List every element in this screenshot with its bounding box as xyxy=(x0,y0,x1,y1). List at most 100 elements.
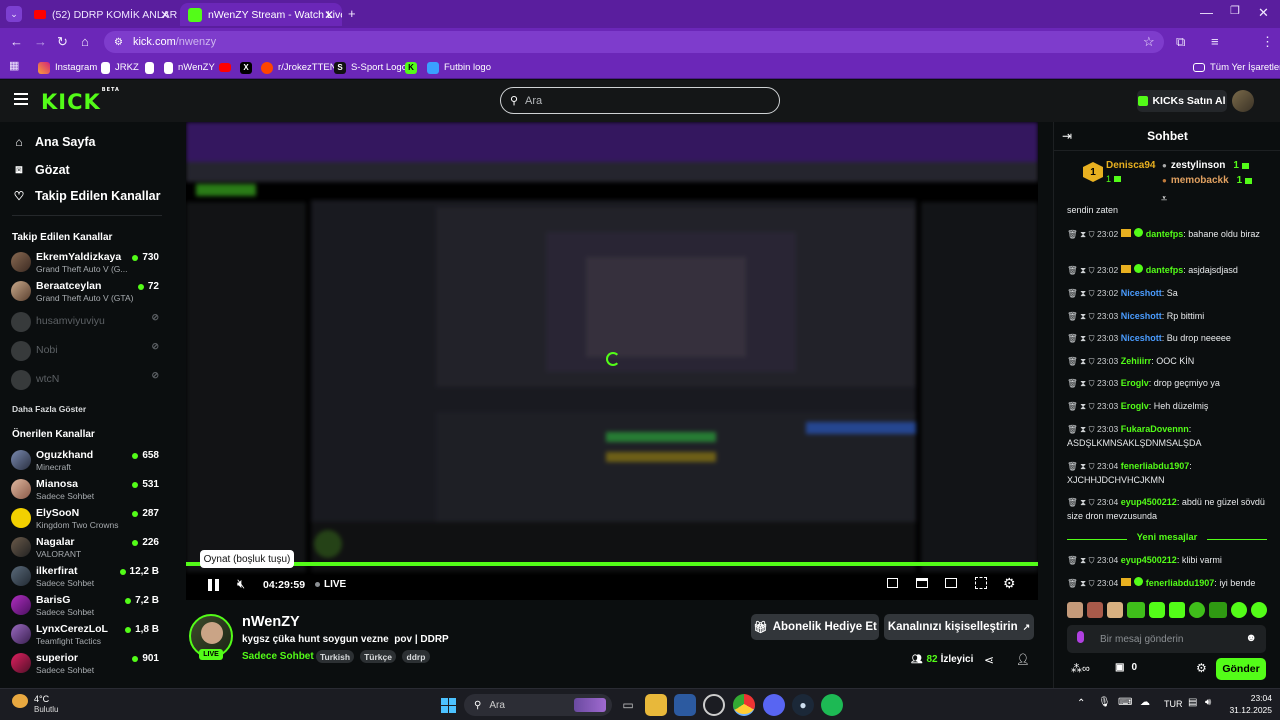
emote-icon[interactable] xyxy=(1169,602,1185,618)
search-input[interactable]: ⚲ Ara xyxy=(500,87,780,114)
followed-channel[interactable]: husamviyuviyu ⊘ xyxy=(11,309,161,335)
emote-icon[interactable] xyxy=(1067,602,1083,618)
emote-icon[interactable] xyxy=(1231,602,1247,618)
message-mod-icons[interactable]: 🗑︎ ⧗ ⛉ xyxy=(1067,555,1097,565)
customize-channel-button[interactable]: Kanalınızı kişiselleştirin ↗ xyxy=(884,614,1034,640)
restore-icon[interactable]: ❐ xyxy=(1230,6,1240,17)
kick-logo[interactable]: KICKBETA xyxy=(41,87,120,114)
message-mod-icons[interactable]: 🗑︎ ⧗ ⛉ xyxy=(1067,461,1097,471)
leaderboard-user[interactable]: Denisca94 xyxy=(1106,160,1155,171)
back-icon[interactable]: ← xyxy=(10,35,23,48)
send-button[interactable]: Gönder xyxy=(1216,658,1266,680)
task-view-icon[interactable]: ▭ xyxy=(617,694,639,716)
bookmark-youtube[interactable] xyxy=(219,59,236,76)
channel-name[interactable]: nWenZY xyxy=(242,614,300,630)
emote-icon[interactable] xyxy=(1127,602,1145,618)
stream-category[interactable]: Sadece Sohbet xyxy=(242,651,314,662)
keyboard-icon[interactable]: ⌨ xyxy=(1118,697,1132,708)
menu-icon[interactable]: ⋮ xyxy=(1261,35,1274,48)
recommended-channel[interactable]: BarisG Sadece Sohbet 7,2 B xyxy=(11,592,161,618)
message-mod-icons[interactable]: 🗑︎ ⧗ ⛉ xyxy=(1067,311,1097,321)
recommended-channel[interactable]: Mianosa Sadece Sohbet 531 xyxy=(11,476,161,502)
bookmark-futbin[interactable]: Futbin logo xyxy=(427,59,491,76)
tab-kick[interactable]: nWenZY Stream - Watch Live o ✕ xyxy=(180,3,342,26)
kicks-icon[interactable]: ⁂∞ xyxy=(1071,662,1090,675)
onedrive-icon[interactable]: ☁ xyxy=(1140,697,1150,708)
message-username[interactable]: Eroglv xyxy=(1121,378,1149,388)
message-mod-icons[interactable]: 🗑︎ ⧗ ⛉ xyxy=(1067,378,1097,388)
follow-icon[interactable]: 👤︎ xyxy=(1016,653,1030,666)
windows-start-icon[interactable] xyxy=(437,694,459,716)
window-close-icon[interactable]: ✕ xyxy=(1258,6,1269,19)
message-username[interactable]: dantefps xyxy=(1146,265,1184,275)
leaderboard-user[interactable]: ● memobackk 1 xyxy=(1162,175,1253,186)
tab-youtube[interactable]: (52) DDRP KOMİK ANLAR 9. BÖ ✕ xyxy=(26,3,178,26)
leaderboard-user[interactable]: ● zestylinson 1 xyxy=(1162,160,1249,171)
tag-turkce[interactable]: Türkçe xyxy=(360,650,396,663)
pause-icon[interactable] xyxy=(208,579,212,591)
minimize-icon[interactable]: — xyxy=(1200,6,1213,19)
reload-icon[interactable]: ↻ xyxy=(57,35,68,48)
bookmark-nwenzy[interactable]: nWenZY xyxy=(164,59,215,76)
bookmark-instagram[interactable]: Instagram xyxy=(38,59,97,76)
bookmark-jrkz[interactable]: JRKZ xyxy=(101,59,139,76)
message-username[interactable]: Niceshott xyxy=(1121,311,1162,321)
taskbar-search[interactable]: ⚲ Ara xyxy=(464,694,612,716)
fullscreen-icon[interactable] xyxy=(975,577,987,589)
message-username[interactable]: Zehiiirr xyxy=(1121,356,1152,366)
close-icon[interactable]: ✕ xyxy=(324,8,334,22)
mute-icon[interactable]: 🔇︎ xyxy=(237,576,245,592)
message-mod-icons[interactable]: 🗑︎ ⧗ ⛉ xyxy=(1067,424,1097,434)
emote-icon[interactable] xyxy=(1087,602,1103,618)
recommended-channel[interactable]: ilkerfirat Sadece Sohbet 12,2 B xyxy=(11,563,161,589)
clock-app-icon[interactable] xyxy=(703,694,725,716)
tag-ddrp[interactable]: ddrp xyxy=(402,650,430,663)
chat-message-input[interactable]: Bir mesaj gönderin ☻ xyxy=(1067,625,1266,653)
kicks-balance[interactable]: ▣ 0 xyxy=(1115,662,1137,673)
show-more-link[interactable]: Daha Fazla Göster xyxy=(12,404,86,414)
message-username[interactable]: Eroglv xyxy=(1121,401,1149,411)
message-mod-icons[interactable]: 🗑︎ ⧗ ⛉ xyxy=(1067,265,1097,275)
message-username[interactable]: eyup4500212 xyxy=(1121,555,1177,565)
message-mod-icons[interactable]: 🗑︎ ⧗ ⛉ xyxy=(1067,288,1097,298)
new-tab-icon[interactable]: + xyxy=(348,7,356,20)
user-avatar[interactable] xyxy=(1232,90,1254,112)
apps-icon[interactable]: ▦ xyxy=(9,61,19,72)
buy-kicks-button[interactable]: KICKs Satın Al xyxy=(1137,90,1227,112)
spotify-icon[interactable] xyxy=(821,694,843,716)
discord-icon[interactable] xyxy=(763,694,785,716)
home-icon[interactable]: ⌂ xyxy=(81,35,89,48)
bookmark-x[interactable]: X xyxy=(240,59,257,76)
message-username[interactable]: eyup4500212 xyxy=(1121,497,1177,507)
file-explorer-icon[interactable] xyxy=(645,694,667,716)
followed-channel[interactable]: wtcN ⊘ xyxy=(11,367,161,393)
message-mod-icons[interactable]: 🗑︎ ⧗ ⛉ xyxy=(1067,229,1097,239)
recommended-channel[interactable]: LynxCerezLoL Teamfight Tactics 1,8 B xyxy=(11,621,161,647)
bookmark-ssport[interactable]: S S-Sport Logo xyxy=(334,59,407,76)
chat-settings-icon[interactable]: ⚙ xyxy=(1196,661,1207,675)
message-mod-icons[interactable]: 🗑︎ ⧗ ⛉ xyxy=(1067,356,1097,366)
weather-temp[interactable]: 4°C xyxy=(34,694,49,704)
hamburger-icon[interactable] xyxy=(14,93,28,105)
recommended-channel[interactable]: ElySooN Kingdom Two Crowns 287 xyxy=(11,505,161,531)
recommended-channel[interactable]: Oguzkhand Minecraft 658 xyxy=(11,447,161,473)
live-indicator[interactable]: LIVE xyxy=(315,579,346,590)
message-username[interactable]: Niceshott xyxy=(1121,288,1162,298)
followed-channel[interactable]: EkremYaldizkaya Grand Theft Auto V (G...… xyxy=(11,249,161,275)
emote-icon[interactable] xyxy=(1107,602,1123,618)
media-icon[interactable]: ≡ xyxy=(1211,35,1219,48)
nav-home[interactable]: ⌂ Ana Sayfa xyxy=(12,135,95,149)
recommended-channel[interactable]: superior Sadece Sohbet 901 xyxy=(11,650,161,676)
volume-icon[interactable]: 🔊︎ xyxy=(1205,697,1211,708)
bookmark-reddit[interactable]: r/JrokezTTEN xyxy=(261,59,337,76)
all-bookmarks[interactable]: Tüm Yer İşaretleri xyxy=(1193,59,1280,76)
settings-gear-icon[interactable]: ⚙ xyxy=(1003,575,1016,592)
gift-subscription-button[interactable]: 🎁︎ Abonelik Hediye Et xyxy=(751,614,879,640)
miniplayer-icon[interactable] xyxy=(887,578,898,588)
emoji-icon[interactable]: ☻ xyxy=(1245,632,1257,644)
message-username[interactable]: dantefps xyxy=(1146,229,1184,239)
bookmark-kick[interactable]: K xyxy=(405,59,422,76)
microphone-tray-icon[interactable]: 🎙︎ xyxy=(1098,697,1111,708)
clock-time[interactable]: 23:04 xyxy=(1228,693,1272,703)
network-icon[interactable]: ▤ xyxy=(1188,697,1197,708)
